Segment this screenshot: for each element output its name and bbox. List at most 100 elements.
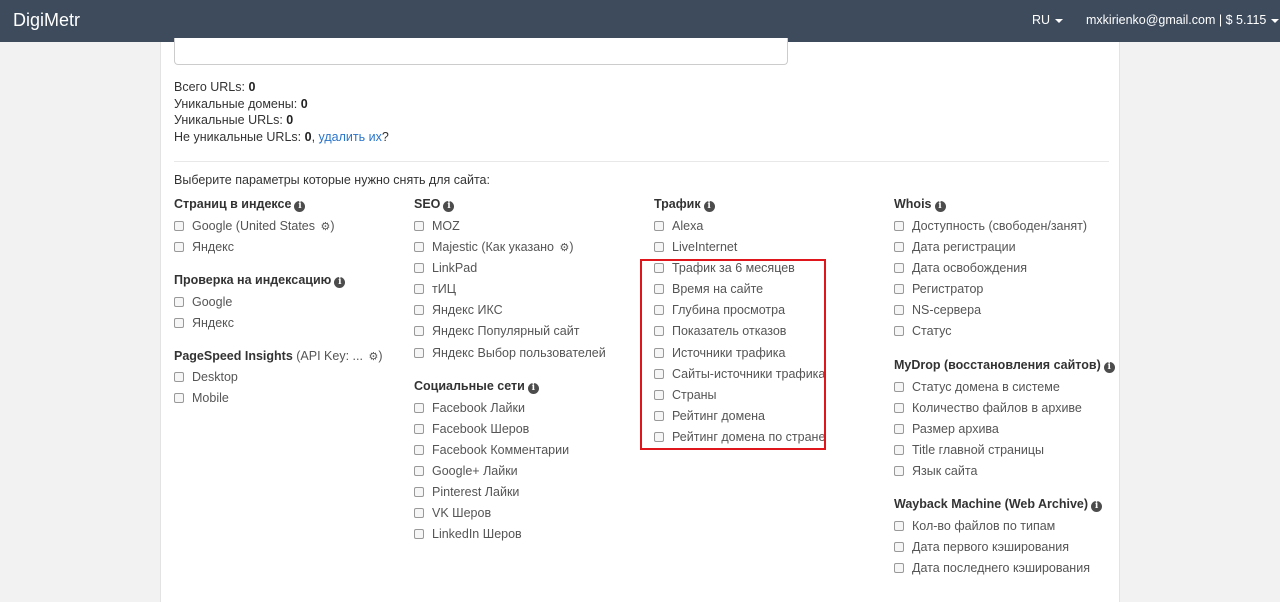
option-facebook-comments[interactable]: Facebook Комментарии (414, 441, 644, 462)
checkbox[interactable] (414, 444, 424, 455)
checkbox[interactable] (894, 465, 904, 476)
option-moz[interactable]: MOZ (414, 217, 644, 238)
checkbox[interactable] (894, 381, 904, 392)
option-availability[interactable]: Доступность (свободен/занят) (894, 217, 1124, 238)
option-desktop[interactable]: Desktop (174, 368, 404, 389)
group-pagespeed: PageSpeed Insights (API Key: ... ⚙) Desk… (174, 349, 404, 410)
option-label: Язык сайта (912, 463, 978, 478)
checkbox[interactable] (894, 402, 904, 413)
option-first-cache-date[interactable]: Дата первого кэширования (894, 538, 1124, 559)
checkbox[interactable] (414, 508, 424, 519)
info-icon[interactable]: i (1103, 361, 1115, 373)
option-label: VK Шеров (432, 506, 492, 521)
option-status[interactable]: Статус (894, 322, 1124, 343)
checkbox[interactable] (414, 423, 424, 434)
checkbox[interactable] (894, 521, 904, 532)
checkbox[interactable] (894, 305, 904, 316)
brand-logo[interactable]: DigiMetr (13, 10, 80, 31)
option-majestic[interactable]: Majestic (Как указано ⚙) (414, 238, 644, 259)
option-domain-status[interactable]: Статус домена в системе (894, 378, 1124, 399)
checkbox[interactable] (414, 221, 424, 231)
option-yandex-popular[interactable]: Яндекс Популярный сайт (414, 322, 644, 343)
option-facebook-likes[interactable]: Facebook Лайки (414, 399, 644, 420)
option-registration-date[interactable]: Дата регистрации (894, 238, 1124, 259)
option-mobile[interactable]: Mobile (174, 389, 404, 410)
option-alexa[interactable]: Alexa (654, 217, 884, 238)
option-label: Дата последнего кэширования (912, 561, 1090, 576)
checkbox[interactable] (174, 242, 184, 253)
account-dropdown[interactable]: mxkirienko@gmail.com | $ 5.115 (1086, 13, 1280, 27)
checkbox[interactable] (414, 263, 424, 274)
checkbox[interactable] (894, 326, 904, 337)
checkbox[interactable] (414, 305, 424, 316)
checkbox[interactable] (174, 297, 184, 308)
option-homepage-title[interactable]: Title главной страницы (894, 441, 1124, 462)
checkbox[interactable] (414, 465, 424, 476)
option-yandex-choice[interactable]: Яндекс Выбор пользователей (414, 344, 644, 365)
checkbox[interactable] (894, 242, 904, 253)
info-icon[interactable]: i (334, 277, 346, 289)
option-yandex-index[interactable]: Яндекс (174, 238, 404, 259)
info-icon[interactable]: i (1091, 501, 1103, 513)
checkbox[interactable] (894, 423, 904, 434)
group-whois: Whois i Доступность (свободен/занят) Дата… (894, 197, 1124, 344)
option-googleplus-likes[interactable]: Google+ Лайки (414, 462, 644, 483)
checkbox[interactable] (654, 221, 664, 231)
checkbox[interactable] (174, 318, 184, 329)
checkbox[interactable] (414, 529, 424, 540)
option-label: Дата первого кэширования (912, 540, 1069, 555)
option-site-language[interactable]: Язык сайта (894, 462, 1124, 483)
checkbox[interactable] (894, 542, 904, 553)
checkbox[interactable] (174, 393, 184, 404)
checkbox[interactable] (414, 347, 424, 358)
info-icon[interactable]: i (294, 201, 306, 212)
checkbox[interactable] (414, 487, 424, 498)
info-icon[interactable]: i (934, 201, 946, 212)
option-release-date[interactable]: Дата освобождения (894, 259, 1124, 280)
gear-icon[interactable]: ⚙ (560, 242, 570, 254)
checkbox[interactable] (894, 444, 904, 455)
info-icon[interactable]: i (703, 201, 715, 212)
option-google-index[interactable]: Google (United States ⚙) (174, 217, 404, 238)
option-ns-servers[interactable]: NS-сервера (894, 301, 1124, 322)
option-google-indexing[interactable]: Google (174, 293, 404, 314)
option-registrar[interactable]: Регистратор (894, 280, 1124, 301)
checkbox[interactable] (414, 242, 424, 253)
option-facebook-shares[interactable]: Facebook Шеров (414, 420, 644, 441)
option-vk-shares[interactable]: VK Шеров (414, 504, 644, 525)
option-archive-size[interactable]: Размер архива (894, 420, 1124, 441)
option-linkedin-shares[interactable]: LinkedIn Шеров (414, 525, 644, 546)
checkbox[interactable] (174, 372, 184, 383)
language-label: RU (1032, 13, 1051, 27)
gear-icon[interactable]: ⚙ (321, 221, 331, 233)
checkbox[interactable] (894, 221, 904, 231)
option-last-cache-date[interactable]: Дата последнего кэширования (894, 559, 1124, 580)
language-dropdown[interactable]: RU (1032, 13, 1064, 27)
checkbox[interactable] (414, 326, 424, 337)
checkbox[interactable] (654, 242, 664, 253)
option-archive-files[interactable]: Количество файлов в архиве (894, 399, 1124, 420)
option-label: Дата освобождения (912, 261, 1028, 276)
column-index: Страниц в индексе i Google (United States… (174, 197, 404, 425)
info-icon[interactable]: i (443, 201, 455, 212)
option-tic[interactable]: тИЦ (414, 280, 644, 301)
option-files-by-type[interactable]: Кол-во файлов по типам (894, 517, 1124, 538)
option-liveinternet[interactable]: LiveInternet (654, 238, 884, 259)
info-icon[interactable]: i (527, 382, 539, 394)
checkbox[interactable] (894, 563, 904, 574)
checkbox[interactable] (414, 402, 424, 413)
checkbox[interactable] (894, 284, 904, 295)
urls-textarea[interactable] (174, 38, 788, 65)
option-pinterest-likes[interactable]: Pinterest Лайки (414, 483, 644, 504)
option-label: Facebook Лайки (432, 400, 525, 415)
option-linkpad[interactable]: LinkPad (414, 259, 644, 280)
delete-duplicates-link[interactable]: удалить их (319, 130, 382, 144)
checkbox[interactable] (894, 263, 904, 274)
checkbox[interactable] (174, 221, 184, 231)
group-title: Страниц в индексе i (174, 197, 404, 212)
gear-icon[interactable]: ⚙ (368, 351, 378, 363)
option-yandex-iks[interactable]: Яндекс ИКС (414, 301, 644, 322)
group-title: SEO i (414, 197, 644, 212)
option-yandex-indexing[interactable]: Яндекс (174, 314, 404, 335)
checkbox[interactable] (414, 284, 424, 295)
